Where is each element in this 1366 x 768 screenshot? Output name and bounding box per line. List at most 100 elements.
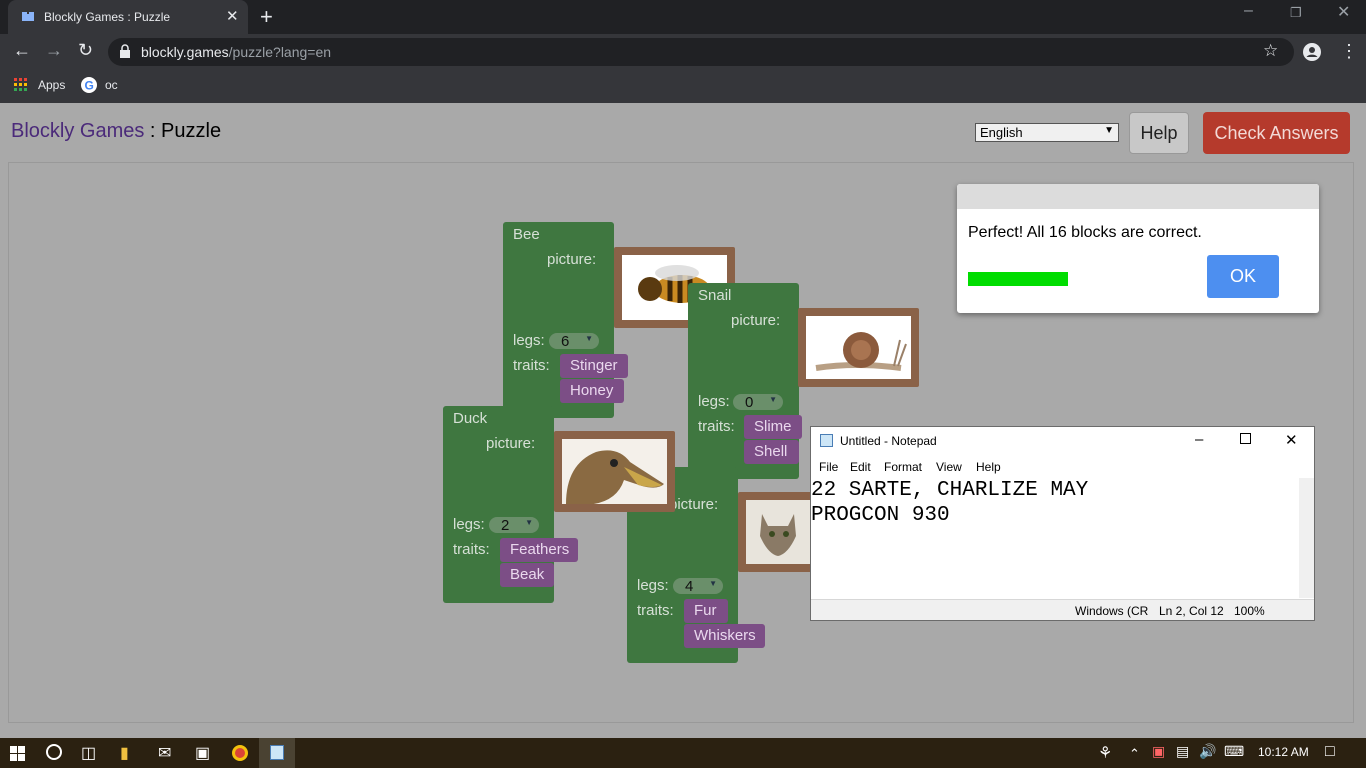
title-separator: :: [144, 120, 162, 142]
reload-icon[interactable]: ↻: [78, 40, 93, 61]
trait-block-feathers[interactable]: Feathers: [500, 538, 578, 562]
notepad-close-icon[interactable]: ✕: [1285, 431, 1298, 449]
trait-block-shell[interactable]: Shell: [744, 440, 799, 464]
bookmark-star-icon[interactable]: ☆: [1263, 41, 1278, 61]
forward-icon[interactable]: →: [45, 40, 63, 61]
duck-illustration: [566, 450, 664, 505]
snail-legs-value: 0: [745, 394, 754, 411]
snail-legs-dropdown[interactable]: 0 ▼: [733, 394, 783, 411]
file-explorer-icon[interactable]: ▮: [120, 743, 129, 763]
notepad-maximize-icon[interactable]: [1240, 433, 1251, 444]
notepad-icon: [820, 434, 833, 447]
apps-grid-icon: [14, 78, 27, 91]
duck-legs-value: 2: [501, 517, 510, 534]
dropdown-arrow-icon: ▼: [769, 395, 777, 404]
bookmark-oc[interactable]: oc: [105, 78, 118, 92]
mail-icon[interactable]: ✉: [158, 743, 171, 763]
store-icon[interactable]: ▣: [195, 743, 210, 763]
menu-help[interactable]: Help: [976, 460, 1001, 474]
defender-icon[interactable]: ▣: [1152, 743, 1165, 760]
bookmarks-bar: Apps G oc: [0, 70, 1366, 103]
lock-icon: [120, 44, 130, 58]
dropdown-arrow-icon: ▼: [525, 518, 533, 527]
snail-image: [806, 316, 911, 379]
snail-picture-frame[interactable]: [798, 308, 919, 387]
success-progress-bar: [968, 272, 1068, 286]
notepad-status-bar: Windows (CR Ln 2, Col 12 100%: [811, 599, 1314, 620]
snail-legs-label: legs:: [698, 393, 730, 410]
address-bar[interactable]: blockly.games/puzzle?lang=en ☆: [108, 38, 1294, 66]
close-window-icon[interactable]: ✕: [1337, 2, 1350, 22]
restore-icon[interactable]: ❐: [1290, 5, 1302, 21]
dropdown-arrow-icon: ▼: [709, 579, 717, 588]
url-path: /puzzle?lang=en: [228, 44, 332, 60]
game-title: Puzzle: [161, 120, 222, 142]
trait-block-honey[interactable]: Honey: [560, 379, 624, 403]
dropdown-arrow-icon: ▼: [585, 334, 593, 343]
notepad-title: Untitled - Notepad: [840, 434, 937, 448]
status-position: Ln 2, Col 12: [1159, 604, 1224, 618]
duck-image: [562, 439, 667, 505]
cat-illustration: [760, 514, 796, 556]
bookmark-apps[interactable]: Apps: [38, 78, 65, 92]
tab-close-icon[interactable]: ✕: [226, 7, 239, 25]
network-icon[interactable]: ▤: [1176, 743, 1189, 760]
minimize-icon[interactable]: –: [1244, 2, 1253, 20]
back-icon[interactable]: ←: [13, 40, 31, 61]
bee-legs-dropdown[interactable]: 6 ▼: [549, 333, 599, 350]
browser-tab[interactable]: Blockly Games : Puzzle ✕: [8, 0, 248, 34]
menu-edit[interactable]: Edit: [850, 460, 871, 474]
brand-link[interactable]: Blockly Games: [11, 120, 144, 142]
trait-block-slime[interactable]: Slime: [744, 415, 802, 439]
profile-icon[interactable]: [1303, 43, 1321, 61]
bee-legs-value: 6: [561, 333, 570, 350]
cat-legs-dropdown[interactable]: 4 ▼: [673, 578, 723, 595]
trait-block-fur[interactable]: Fur: [684, 599, 728, 623]
dialog-header: [957, 184, 1319, 209]
success-dialog: Perfect! All 16 blocks are correct. OK: [957, 184, 1319, 313]
notepad-taskbar-icon: [270, 745, 284, 760]
task-view-icon[interactable]: ◫: [81, 743, 96, 763]
taskbar-clock[interactable]: 10:12 AM: [1258, 745, 1309, 759]
windows-start-icon[interactable]: [10, 746, 25, 761]
volume-icon[interactable]: 🔊: [1199, 743, 1216, 760]
cat-image: [746, 500, 810, 564]
help-button[interactable]: Help: [1129, 112, 1189, 154]
snail-traits-label: traits:: [698, 418, 735, 435]
notepad-window: Untitled - Notepad – ✕ File Edit Format …: [810, 426, 1315, 621]
language-select[interactable]: English ▼: [975, 123, 1119, 142]
windows-taskbar: ◫ ▮ ✉ ▣ ⚘ ⌃ ▣ ▤ 🔊 ⌨ 10:12 AM □: [0, 738, 1366, 768]
menu-file[interactable]: File: [819, 460, 838, 474]
trait-block-stinger[interactable]: Stinger: [560, 354, 628, 378]
notifications-icon[interactable]: □: [1325, 743, 1335, 761]
check-answers-button[interactable]: Check Answers: [1203, 112, 1350, 154]
status-encoding: Windows (CR: [1075, 604, 1149, 618]
google-icon: G: [81, 77, 97, 93]
search-icon[interactable]: [46, 744, 62, 760]
chrome-taskbar-icon[interactable]: [232, 745, 248, 761]
notepad-scrollbar[interactable]: [1299, 478, 1314, 598]
cat-picture-label: picture:: [669, 496, 719, 513]
bee-traits-label: traits:: [513, 357, 550, 374]
trait-block-whiskers[interactable]: Whiskers: [684, 624, 765, 648]
menu-format[interactable]: Format: [884, 460, 922, 474]
trait-block-beak[interactable]: Beak: [500, 563, 554, 587]
duck-picture-frame[interactable]: [554, 431, 675, 512]
chevron-up-icon[interactable]: ⌃: [1129, 746, 1140, 762]
menu-view[interactable]: View: [936, 460, 962, 474]
keyboard-icon[interactable]: ⌨: [1224, 743, 1244, 760]
people-icon[interactable]: ⚘: [1098, 743, 1112, 763]
bee-picture-label: picture:: [547, 251, 597, 268]
duck-legs-dropdown[interactable]: 2 ▼: [489, 517, 539, 534]
new-tab-button[interactable]: +: [260, 4, 273, 30]
notepad-minimize-icon[interactable]: –: [1195, 431, 1203, 448]
duck-legs-label: legs:: [453, 516, 485, 533]
language-value: English: [980, 125, 1023, 140]
status-zoom: 100%: [1234, 604, 1265, 618]
notepad-text-area[interactable]: 22 SARTE, CHARLIZE MAY PROGCON 930: [811, 478, 1299, 598]
menu-dots-icon[interactable]: ⋮: [1340, 41, 1358, 62]
duck-traits-label: traits:: [453, 541, 490, 558]
tab-title: Blockly Games : Puzzle: [44, 10, 171, 24]
ok-button[interactable]: OK: [1207, 255, 1279, 298]
cat-picture-frame[interactable]: [738, 492, 818, 572]
